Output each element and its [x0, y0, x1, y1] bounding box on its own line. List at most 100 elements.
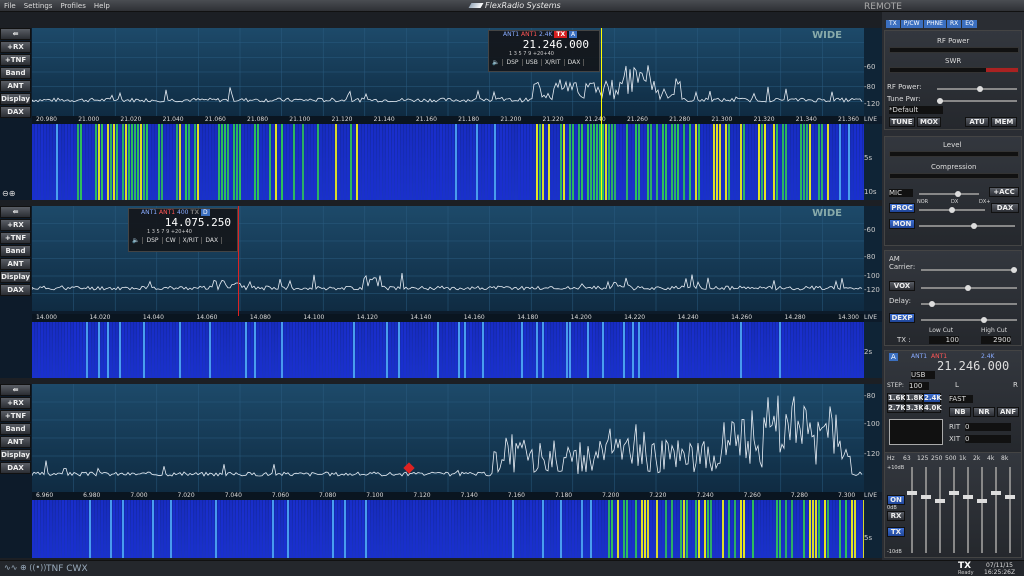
add-tnf-button[interactable]: +TNF [0, 54, 31, 66]
dexp-button[interactable]: DEXP [889, 313, 915, 323]
eq-slider[interactable] [1005, 467, 1015, 553]
menu-help[interactable]: Help [90, 0, 114, 12]
high-cut-input[interactable]: 2900 [981, 336, 1011, 344]
slice-cursor-d[interactable] [238, 206, 239, 316]
rx-mode-select[interactable]: USB [911, 371, 935, 379]
eq-rx-button[interactable]: RX [887, 511, 905, 521]
menu-profiles[interactable]: Profiles [56, 0, 89, 12]
add-tnf-button[interactable]: +TNF [0, 232, 31, 244]
slice-frequency[interactable]: 14.075.250 [129, 216, 237, 229]
dsp-button[interactable]: DSP [503, 59, 523, 66]
band-button[interactable]: Band [0, 423, 31, 435]
am-carrier-slider[interactable] [921, 267, 1017, 273]
nb-button[interactable]: NB [949, 407, 971, 417]
atu-button[interactable]: ATU [965, 117, 989, 127]
band-button[interactable]: Band [0, 245, 31, 257]
agc-select[interactable]: FAST [949, 395, 973, 403]
eq-slider[interactable] [977, 467, 987, 553]
vox-slider[interactable] [921, 285, 1017, 291]
mic-dax-button[interactable]: DAX [991, 203, 1019, 213]
band-button[interactable]: Band [0, 67, 31, 79]
tab-pcw[interactable]: P/CW [900, 20, 923, 28]
slice-ant2[interactable]: ANT1 [159, 209, 175, 216]
dax-button[interactable]: DAX [0, 284, 31, 296]
xrit-button[interactable]: X/RIT [542, 59, 565, 66]
delay-slider[interactable] [921, 301, 1017, 307]
collapse-arrow-icon[interactable]: ⇚ [0, 384, 31, 396]
rit-input[interactable]: 0 [965, 423, 1011, 431]
rx-ant1[interactable]: ANT1 [911, 353, 927, 360]
proc-slider[interactable] [919, 207, 985, 213]
collapse-arrow-icon[interactable]: ⇚ [0, 206, 31, 218]
frequency-axis-3[interactable]: 6.960 6.980 7.000 7.020 7.040 7.060 7.080 7.100… [32, 492, 864, 500]
proc-button[interactable]: PROC [889, 203, 915, 213]
menu-file[interactable]: File [0, 0, 20, 12]
tune-button[interactable]: TUNE [889, 117, 915, 127]
mon-button[interactable]: MON [889, 219, 915, 229]
speaker-icon[interactable]: 🔈 [489, 59, 504, 66]
frequency-axis-2[interactable]: 14.000 14.020 14.040 14.060 14.080 14.100 14.1… [32, 314, 864, 322]
slice-dax-button[interactable]: DAX [202, 237, 223, 244]
mic-level-slider[interactable] [919, 191, 979, 197]
add-rx-button[interactable]: +RX [0, 41, 31, 53]
tab-eq[interactable]: EQ [962, 20, 977, 28]
waterfall-2[interactable] [32, 322, 864, 378]
filter-2-4k[interactable]: 2.4K [923, 393, 942, 403]
display-button[interactable]: Display [0, 271, 31, 283]
tx-badge[interactable]: TX [190, 209, 199, 216]
mem-button[interactable]: MEM [991, 117, 1017, 127]
tx-profile-select[interactable]: *Default [889, 106, 943, 114]
add-tnf-button[interactable]: +TNF [0, 410, 31, 422]
eq-slider[interactable] [935, 467, 945, 553]
mode-button[interactable]: USB [523, 59, 542, 66]
eq-slider[interactable] [949, 467, 959, 553]
low-cut-input[interactable]: 100 [929, 336, 959, 344]
display-button[interactable]: Display [0, 449, 31, 461]
slice-dax-button[interactable]: DAX [565, 59, 585, 66]
zoom-icons[interactable]: ⊖⊕ [2, 189, 15, 198]
anf-button[interactable]: ANF [997, 407, 1019, 417]
filter-1-6k[interactable]: 1.6K [887, 393, 906, 403]
slice-ant1[interactable]: ANT1 [503, 31, 519, 38]
rf-power-slider[interactable] [937, 86, 1017, 92]
eq-slider[interactable] [921, 467, 931, 553]
rx-frequency[interactable]: 21.246.000 [937, 359, 1009, 373]
mox-button[interactable]: MOX [917, 117, 941, 127]
waterfall-3[interactable] [32, 500, 864, 558]
dsp-button[interactable]: DSP [143, 237, 163, 244]
eq-on-button[interactable]: ON [887, 495, 905, 505]
nr-button[interactable]: NR [973, 407, 995, 417]
xrit-button[interactable]: X/RIT [180, 237, 203, 244]
collapse-arrow-icon[interactable]: ⇚ [0, 28, 31, 40]
dax-button[interactable]: DAX [0, 462, 31, 474]
display-button[interactable]: Display [0, 93, 31, 105]
spectrum-1[interactable]: WIDE [32, 28, 864, 116]
tab-phne[interactable]: PHNE [923, 20, 946, 28]
eq-tx-button[interactable]: TX [887, 527, 905, 537]
spectrum-3[interactable] [32, 384, 864, 492]
slice-cursor-a[interactable] [601, 28, 602, 200]
tx-badge[interactable]: TX [554, 31, 568, 38]
mon-slider[interactable] [919, 223, 1015, 229]
filter-1-8k[interactable]: 1.8K [905, 393, 924, 403]
frequency-axis-1[interactable]: 20.980 21.000 21.020 21.040 21.060 21.080 21.1… [32, 116, 864, 124]
add-rx-button[interactable]: +RX [0, 397, 31, 409]
tab-tx[interactable]: TX [886, 20, 900, 28]
ant-button[interactable]: ANT [0, 258, 31, 270]
tune-power-slider[interactable] [937, 98, 1017, 104]
mic-select[interactable]: MIC [889, 189, 913, 197]
waterfall-1[interactable] [32, 124, 864, 200]
ant-button[interactable]: ANT [0, 80, 31, 92]
menu-settings[interactable]: Settings [20, 0, 57, 12]
tab-rx[interactable]: RX [946, 20, 962, 28]
xit-input[interactable]: 0 [965, 435, 1011, 443]
filter-4-0k[interactable]: 4.0K [923, 403, 942, 413]
filter-2-7k[interactable]: 2.7K [887, 403, 906, 413]
step-input[interactable]: 100 [909, 382, 929, 390]
slice-ant1[interactable]: ANT1 [141, 209, 157, 216]
slice-ant2[interactable]: ANT1 [521, 31, 537, 38]
ant-button[interactable]: ANT [0, 436, 31, 448]
eq-slider[interactable] [991, 467, 1001, 553]
slice-frequency[interactable]: 21.246.000 [489, 38, 599, 51]
add-rx-button[interactable]: +RX [0, 219, 31, 231]
